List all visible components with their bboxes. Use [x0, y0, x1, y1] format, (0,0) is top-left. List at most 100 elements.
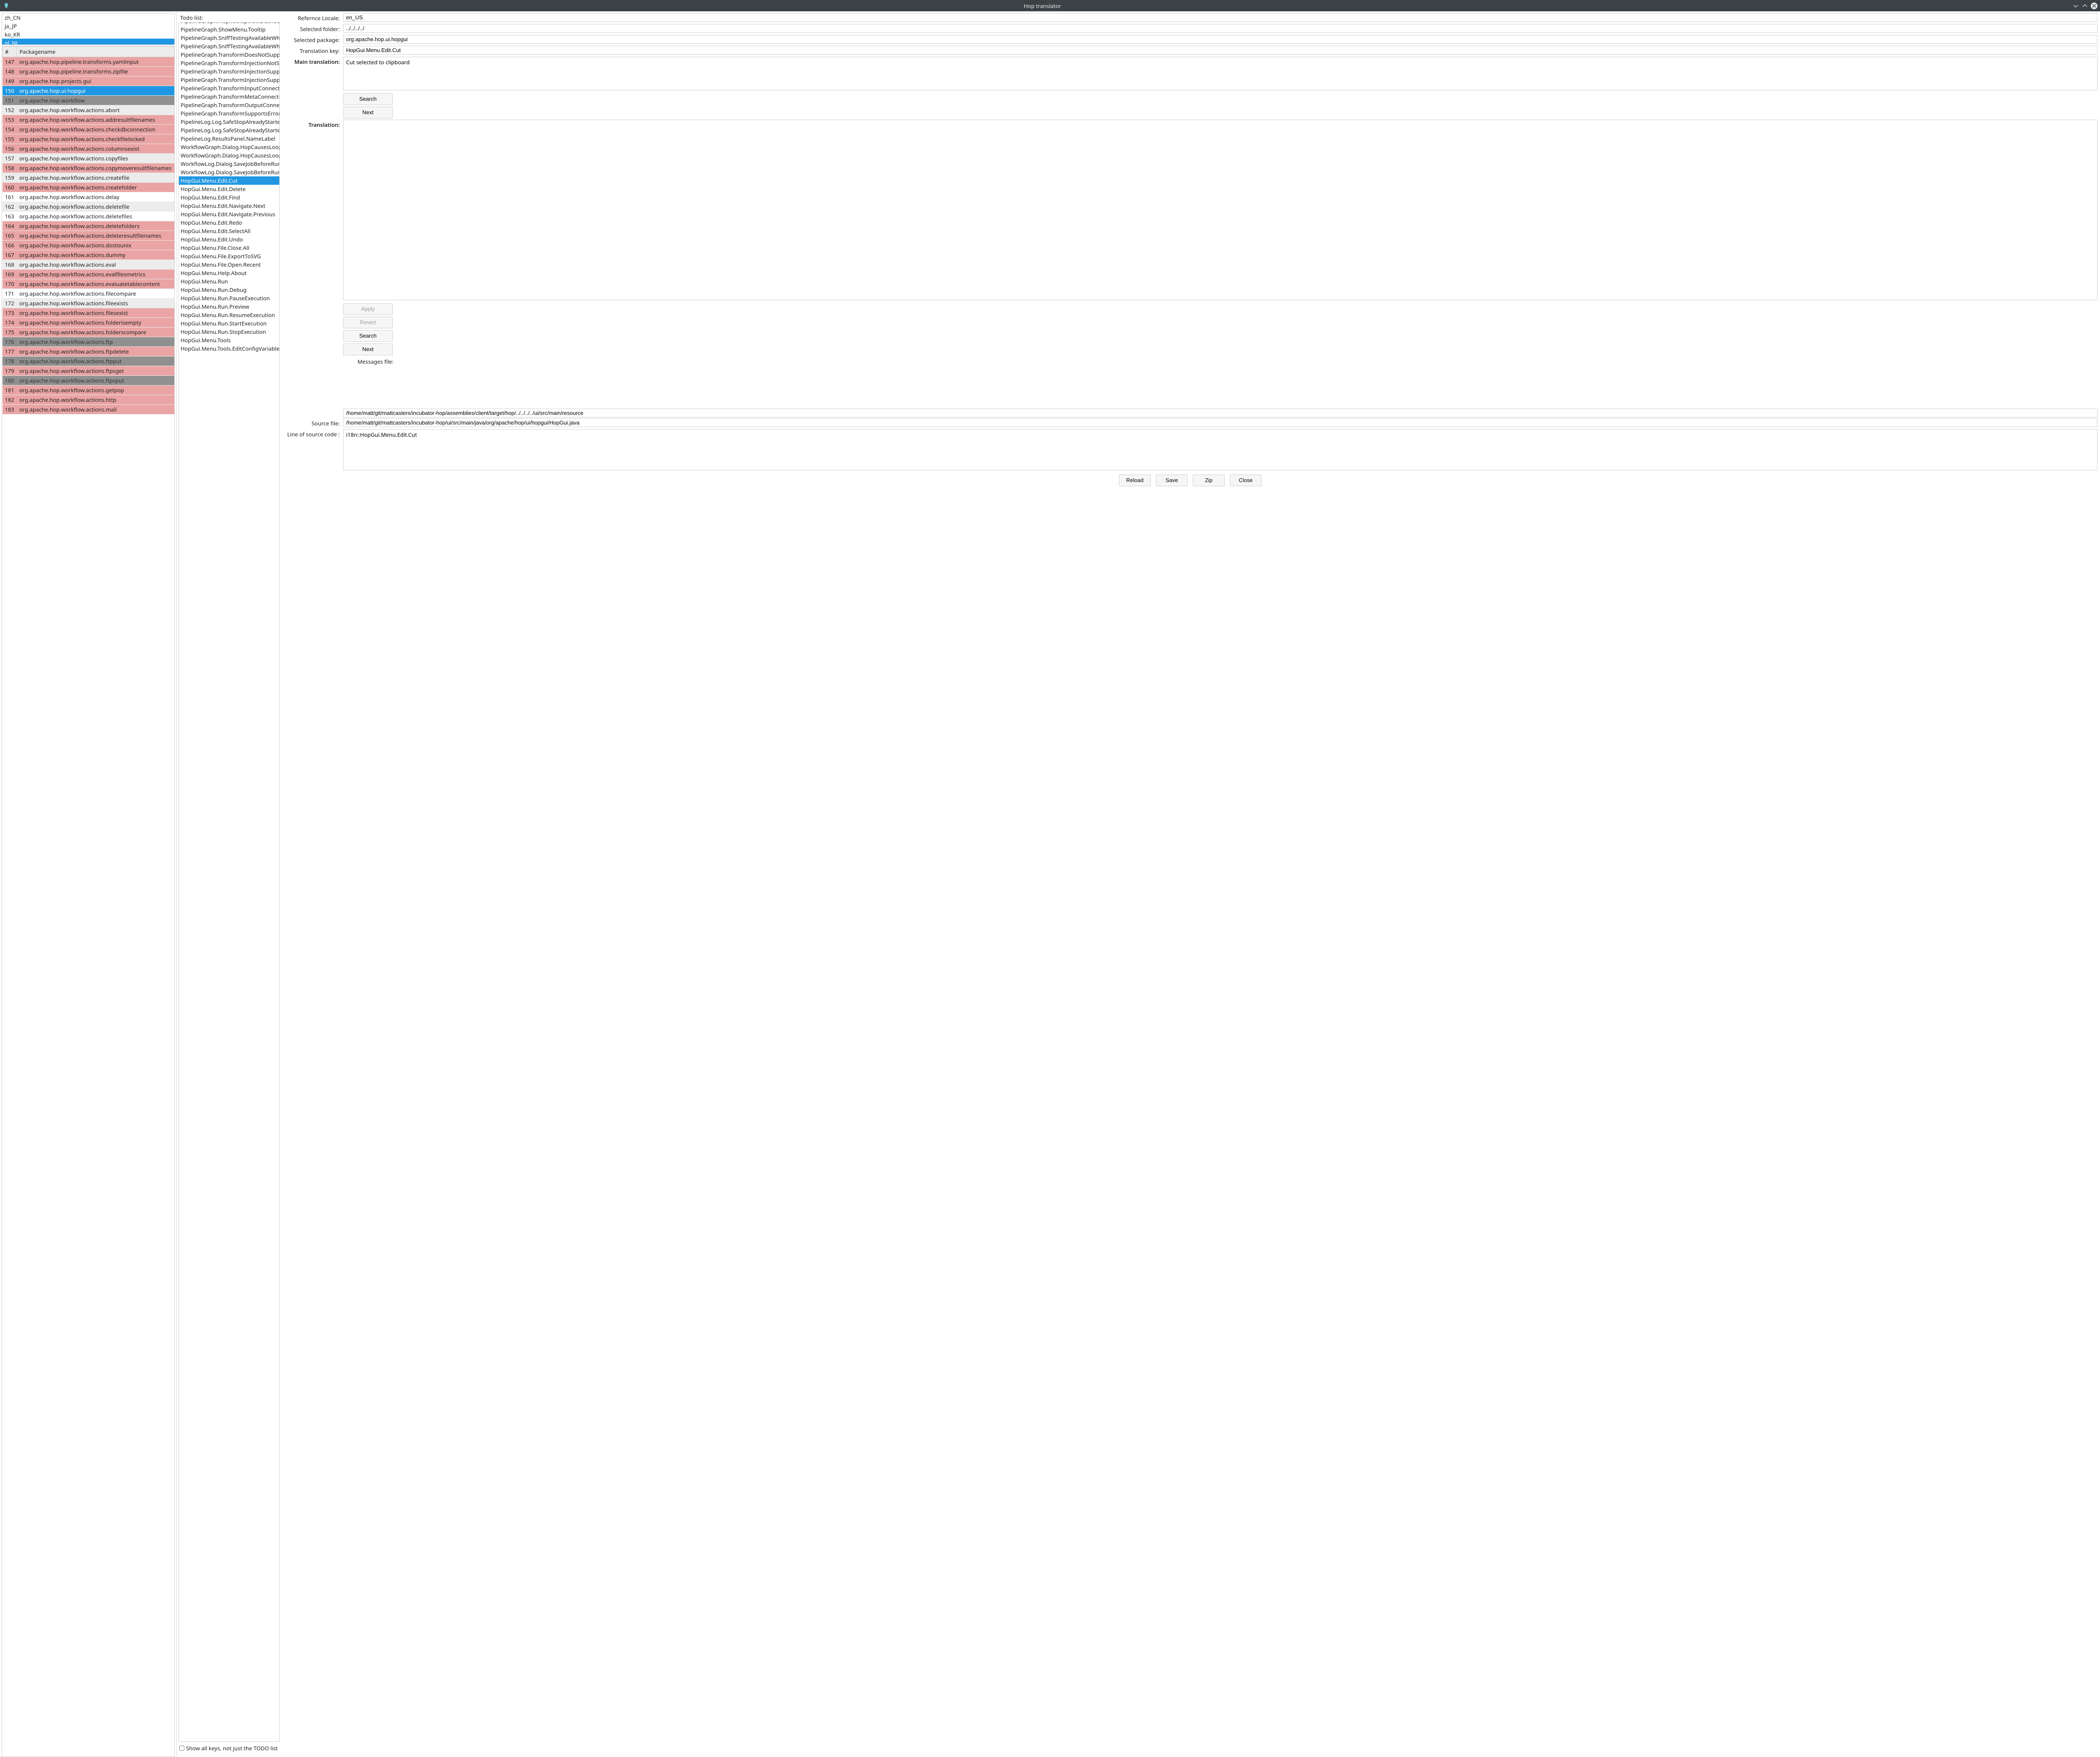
table-row[interactable]: 169org.apache.hop.workflow.actions.evalf…	[3, 270, 174, 279]
table-row[interactable]: 168org.apache.hop.workflow.actions.eval	[3, 260, 174, 270]
reload-button[interactable]: Reload	[1119, 475, 1151, 486]
table-row[interactable]: 172org.apache.hop.workflow.actions.filee…	[3, 299, 174, 308]
list-item[interactable]: HopGui.Menu.Edit.Delete	[179, 185, 279, 193]
list-item[interactable]: HopGui.Menu.Run.ResumeExecution	[179, 311, 279, 319]
list-item[interactable]: HopGui.Menu.File.ExportToSVG	[179, 252, 279, 260]
table-row[interactable]: 182org.apache.hop.workflow.actions.http	[3, 395, 174, 405]
table-row[interactable]: 166org.apache.hop.workflow.actions.dosto…	[3, 241, 174, 250]
table-row[interactable]: 155org.apache.hop.workflow.actions.check…	[3, 134, 174, 144]
table-row[interactable]: 154org.apache.hop.workflow.actions.check…	[3, 125, 174, 134]
table-row[interactable]: 170org.apache.hop.workflow.actions.evalu…	[3, 279, 174, 289]
list-item[interactable]: HopGui.Menu.Run.PauseExecution	[179, 294, 279, 302]
key-list[interactable]: PipelineGraph.Hop.Tooltip.RowDistributio…	[178, 22, 280, 1742]
next-button-2[interactable]: Next	[343, 344, 393, 355]
list-item[interactable]: PipelineGraph.TransformInjectionSupporte	[179, 67, 279, 76]
list-item[interactable]: HopGui.Menu.Run	[179, 277, 279, 286]
list-item[interactable]: HopGui.Menu.Edit.Navigate.Previous	[179, 210, 279, 218]
list-item[interactable]: PipelineLog.ResultsPanel.NameLabel	[179, 134, 279, 143]
table-row[interactable]: 148org.apache.hop.pipeline.transforms.zi…	[3, 67, 174, 76]
search-button-1[interactable]: Search	[343, 93, 393, 105]
locale-item[interactable]: nl_NL	[2, 39, 174, 45]
main-translation-field[interactable]	[343, 57, 2097, 90]
list-item[interactable]: WorkflowLog.Dialog.SaveJobBeforeRunning	[179, 160, 279, 168]
table-row[interactable]: 181org.apache.hop.workflow.actions.getpo…	[3, 385, 174, 395]
list-item[interactable]: HopGui.Menu.Run.Debug	[179, 286, 279, 294]
next-button-1[interactable]: Next	[343, 107, 393, 118]
list-item[interactable]: WorkflowGraph.Dialog.HopCausesLoop.Titl	[179, 151, 279, 160]
table-row[interactable]: 158org.apache.hop.workflow.actions.copym…	[3, 163, 174, 173]
list-item[interactable]: HopGui.Menu.File.Open.Recent	[179, 260, 279, 269]
list-item[interactable]: HopGui.Menu.Edit.Cut	[179, 176, 279, 185]
table-row[interactable]: 176org.apache.hop.workflow.actions.ftp	[3, 337, 174, 347]
locale-item[interactable]: ko_KR	[2, 30, 174, 39]
list-item[interactable]: HopGui.Menu.Tools	[179, 336, 279, 344]
list-item[interactable]: PipelineGraph.ShowMenu.Tooltip	[179, 25, 279, 34]
table-row[interactable]: 167org.apache.hop.workflow.actions.dummy	[3, 250, 174, 260]
table-row[interactable]: 156org.apache.hop.workflow.actions.colum…	[3, 144, 174, 154]
table-row[interactable]: 151org.apache.hop.workflow	[3, 96, 174, 105]
list-item[interactable]: HopGui.Menu.Tools.EditConfigVariables	[179, 344, 279, 353]
translation-field[interactable]	[343, 120, 2097, 300]
folder-field[interactable]	[343, 24, 2097, 33]
messages-file-field[interactable]	[343, 409, 2097, 417]
table-row[interactable]: 175org.apache.hop.workflow.actions.folde…	[3, 328, 174, 337]
table-row[interactable]: 174org.apache.hop.workflow.actions.folde…	[3, 318, 174, 328]
table-row[interactable]: 150org.apache.hop.ui.hopgui	[3, 86, 174, 96]
key-field[interactable]	[343, 46, 2097, 55]
ref-locale-field[interactable]	[343, 13, 2097, 22]
table-row[interactable]: 178org.apache.hop.workflow.actions.ftppu…	[3, 357, 174, 366]
list-item[interactable]: PipelineGraph.TransformDoesNotSupports	[179, 50, 279, 59]
table-row[interactable]: 161org.apache.hop.workflow.actions.delay	[3, 192, 174, 202]
table-row[interactable]: 171org.apache.hop.workflow.actions.filec…	[3, 289, 174, 299]
maximize-icon[interactable]	[2082, 3, 2088, 9]
list-item[interactable]: PipelineGraph.TransformMetaConnector.To	[179, 92, 279, 101]
show-all-checkbox-input[interactable]	[179, 1746, 184, 1751]
package-field[interactable]	[343, 35, 2097, 44]
list-item[interactable]: HopGui.Menu.Run.Preview	[179, 302, 279, 311]
list-item[interactable]: HopGui.Menu.File.Close.All	[179, 244, 279, 252]
table-row[interactable]: 164org.apache.hop.workflow.actions.delet…	[3, 221, 174, 231]
zip-button[interactable]: Zip	[1193, 475, 1225, 486]
table-row[interactable]: 183org.apache.hop.workflow.actions.mail	[3, 405, 174, 414]
list-item[interactable]: PipelineLog.Log.SafeStopAlreadyStarted.T…	[179, 126, 279, 134]
search-button-2[interactable]: Search	[343, 330, 393, 342]
close-button[interactable]: Close	[1230, 475, 1262, 486]
list-item[interactable]: HopGui.Menu.Run.StopExecution	[179, 328, 279, 336]
table-row[interactable]: 147org.apache.hop.pipeline.transforms.ya…	[3, 57, 174, 67]
list-item[interactable]: HopGui.Menu.Edit.Redo	[179, 218, 279, 227]
list-item[interactable]: PipelineLog.Log.SafeStopAlreadyStarted	[179, 118, 279, 126]
locale-item[interactable]: zh_CN	[2, 13, 174, 22]
close-icon[interactable]	[2091, 3, 2097, 9]
revert-button[interactable]: Revert	[343, 317, 393, 328]
save-button[interactable]: Save	[1156, 475, 1188, 486]
list-item[interactable]: HopGui.Menu.Edit.Navigate.Next	[179, 202, 279, 210]
apply-button[interactable]: Apply	[343, 303, 393, 315]
table-row[interactable]: 180org.apache.hop.workflow.actions.ftpsp…	[3, 376, 174, 385]
list-item[interactable]: PipelineGraph.SniffTestingAvailableWhenR	[179, 42, 279, 50]
list-item[interactable]: WorkflowLog.Dialog.SaveJobBeforeRunning	[179, 168, 279, 176]
list-item[interactable]: PipelineGraph.TransformInjectionNotSupp	[179, 59, 279, 67]
list-item[interactable]: PipelineGraph.SniffTestingAvailableWhenR	[179, 34, 279, 42]
table-row[interactable]: 159org.apache.hop.workflow.actions.creat…	[3, 173, 174, 183]
table-row[interactable]: 165org.apache.hop.workflow.actions.delet…	[3, 231, 174, 241]
list-item[interactable]: PipelineGraph.TransformInputConnector.To	[179, 84, 279, 92]
table-row[interactable]: 179org.apache.hop.workflow.actions.ftpsg…	[3, 366, 174, 376]
locale-list[interactable]: zh_CNja_JPko_KRnl_NLpt_PT	[2, 13, 175, 45]
list-item[interactable]: WorkflowGraph.Dialog.HopCausesLoop.Me	[179, 143, 279, 151]
list-item[interactable]: HopGui.Menu.Edit.SelectAll	[179, 227, 279, 235]
table-row[interactable]: 160org.apache.hop.workflow.actions.creat…	[3, 183, 174, 192]
table-row[interactable]: 153org.apache.hop.workflow.actions.addre…	[3, 115, 174, 125]
table-row[interactable]: 157org.apache.hop.workflow.actions.copyf…	[3, 154, 174, 163]
list-item[interactable]: HopGui.Menu.Edit.Find	[179, 193, 279, 202]
list-item[interactable]: PipelineGraph.TransformSupportsErrorHan	[179, 109, 279, 118]
minimize-icon[interactable]	[2072, 3, 2079, 9]
table-row[interactable]: 152org.apache.hop.workflow.actions.abort	[3, 105, 174, 115]
list-item[interactable]: PipelineGraph.Hop.Tooltip.RowDistributio…	[179, 22, 279, 25]
list-item[interactable]: PipelineGraph.TransformOutputConnector.	[179, 101, 279, 109]
list-item[interactable]: PipelineGraph.TransformInjectionSupporte	[179, 76, 279, 84]
table-row[interactable]: 149org.apache.hop.projects.gui	[3, 76, 174, 86]
list-item[interactable]: HopGui.Menu.Edit.Undo	[179, 235, 279, 244]
source-line-field[interactable]	[343, 429, 2097, 470]
list-item[interactable]: HopGui.Menu.Help.About	[179, 269, 279, 277]
table-row[interactable]: 162org.apache.hop.workflow.actions.delet…	[3, 202, 174, 212]
